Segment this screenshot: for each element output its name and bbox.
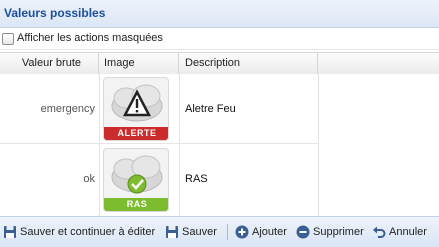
panel-title: Valeurs possibles: [4, 6, 106, 20]
bottom-toolbar: Sauver et continuer à éditer Sauver Ajou…: [0, 216, 439, 247]
add-label: Ajouter: [252, 226, 287, 238]
column-header-image[interactable]: Image: [99, 53, 179, 74]
undo-arrow-icon: [373, 226, 386, 238]
badge-label: ALERTE: [117, 128, 157, 138]
description-cell: RAS: [185, 173, 208, 185]
show-hidden-actions-row[interactable]: Afficher les actions masquées: [0, 28, 439, 50]
toolbar-separator: [227, 224, 228, 240]
panel-header: Valeurs possibles: [0, 0, 439, 28]
column-header-empty: [318, 53, 439, 74]
show-hidden-actions-label[interactable]: Afficher les actions masquées: [17, 32, 163, 44]
badge-label: RAS: [126, 199, 148, 209]
save-label: Sauver: [182, 226, 217, 238]
table-row[interactable]: emergency ALERTE Aletre Feu: [0, 74, 318, 144]
cancel-label: Annuler: [389, 226, 427, 238]
table-row[interactable]: ok RAS RAS: [0, 144, 318, 216]
image-cell-thumbnail: ALERTE: [103, 77, 169, 141]
show-hidden-actions-checkbox[interactable]: [2, 33, 14, 45]
description-cell: Aletre Feu: [185, 103, 236, 115]
save-and-continue-label: Sauver et continuer à éditer: [20, 226, 156, 238]
column-divider: [318, 74, 319, 216]
delete-label: Supprimer: [313, 226, 364, 238]
floppy-disk-icon: [166, 226, 178, 238]
column-header-description[interactable]: Description: [179, 53, 318, 74]
image-cell-thumbnail: RAS: [103, 148, 169, 212]
raw-value-cell: emergency: [40, 103, 95, 115]
plus-circle-icon: [235, 225, 249, 239]
raw-value-cell: ok: [83, 173, 95, 185]
minus-circle-icon: [296, 225, 310, 239]
grid-body: emergency ALERTE Aletre Feu ok RAS RAS: [0, 74, 439, 216]
column-header-raw-value[interactable]: Valeur brute: [0, 53, 99, 74]
check-icon: [127, 174, 147, 194]
floppy-disk-icon: [4, 226, 16, 238]
grid-header: Valeur brute Image Description: [0, 52, 439, 75]
